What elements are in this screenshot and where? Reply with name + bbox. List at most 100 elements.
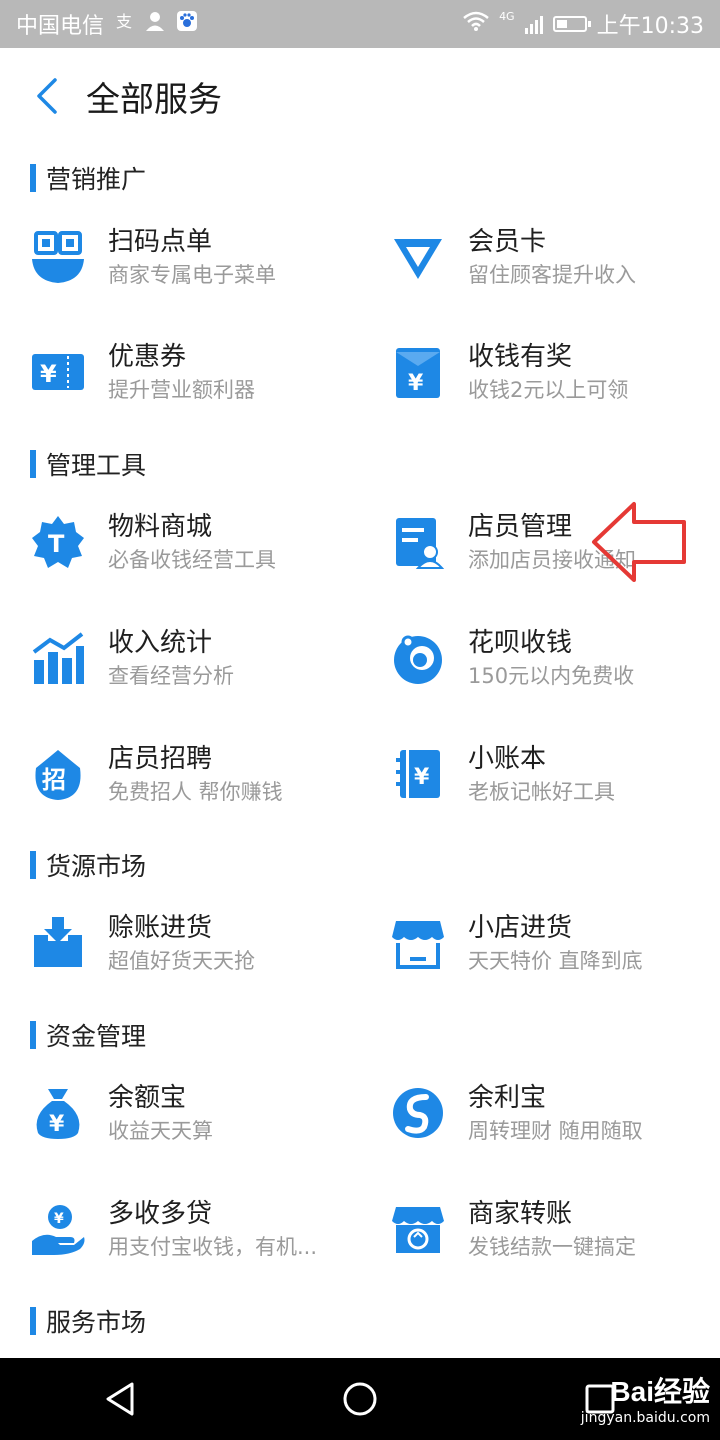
- hand-coin-icon: ¥: [30, 1201, 86, 1257]
- service-item-staff-recruit[interactable]: 招 店员招聘 免费招人 帮你赚钱: [30, 724, 370, 824]
- service-item-member-card[interactable]: 会员卡 留住顾客提升收入: [390, 207, 720, 307]
- service-item-huabei[interactable]: 花呗收钱 150元以内免费收: [390, 608, 720, 708]
- svg-text:T: T: [48, 530, 65, 558]
- item-text: 赊账进货 超值好货天天抢: [108, 910, 255, 976]
- item-title: 多收多贷: [108, 1199, 213, 1229]
- item-text: 余利宝 周转理财 随用随取: [468, 1080, 643, 1146]
- huabei-icon: [390, 630, 446, 686]
- alipay-notification-icon: 支: [114, 11, 134, 37]
- annotation-arrow-icon: [592, 502, 686, 582]
- inbox-download-icon: [30, 915, 86, 971]
- item-text: 会员卡 留住顾客提升收入: [468, 224, 636, 290]
- item-title: 商家转账: [468, 1199, 573, 1229]
- circle-home-icon: [343, 1382, 377, 1416]
- coupon-icon: ¥: [30, 344, 86, 400]
- section-accent-bar: [30, 164, 36, 192]
- ledger-icon: ¥: [390, 746, 446, 802]
- section-accent-bar: [30, 450, 36, 478]
- shop-icon: [390, 915, 446, 971]
- svg-text:支: 支: [116, 12, 132, 31]
- badge-t-icon: T: [30, 514, 86, 570]
- svg-text:¥: ¥: [49, 1112, 65, 1137]
- baidu-notification-icon: [176, 10, 198, 38]
- item-subtitle: 必备收钱经营工具: [108, 548, 276, 572]
- item-text: 小店进货 天天特价 直降到底: [468, 910, 643, 976]
- bar-chart-icon: [30, 630, 86, 686]
- item-text: 小账本 老板记帐好工具: [468, 741, 615, 807]
- baidu-jingyan-watermark: Bai经验 jingyan.baidu.com: [581, 1370, 710, 1426]
- red-envelope-icon: ¥: [390, 344, 446, 400]
- item-text: 花呗收钱 150元以内免费收: [468, 625, 634, 691]
- item-text: 物料商城 必备收钱经营工具: [108, 509, 276, 575]
- yulibao-icon: [390, 1085, 446, 1141]
- wifi-icon: [463, 11, 489, 37]
- item-title: 店员招聘: [108, 744, 213, 774]
- back-button[interactable]: [12, 48, 82, 144]
- carrier-label: 中国电信: [16, 14, 105, 39]
- svg-text:¥: ¥: [40, 360, 57, 388]
- item-subtitle: 150元以内免费收: [468, 664, 635, 688]
- section-accent-bar: [30, 1307, 36, 1335]
- nav-back-button[interactable]: [80, 1358, 160, 1440]
- screen: 中国电信 支 4G 上午10:33 全部服务 营销推广 扫码点单 商家专属电子菜…: [0, 0, 720, 1440]
- staff-doc-icon: [390, 514, 446, 570]
- item-text: 店员招聘 免费招人 帮你赚钱: [108, 741, 283, 807]
- person-notification-icon: [144, 10, 166, 38]
- item-title: 收入统计: [108, 628, 213, 658]
- item-subtitle: 收益天天算: [108, 1119, 213, 1143]
- watermark-url: jingyan.baidu.com: [580, 1410, 710, 1426]
- section-title: 营销推广: [46, 165, 147, 194]
- item-text: 余额宝 收益天天算: [108, 1080, 213, 1146]
- service-item-coupon[interactable]: ¥ 优惠券 提升营业额利器: [30, 322, 370, 422]
- battery-icon: [552, 16, 591, 32]
- nav-home-button[interactable]: [320, 1358, 400, 1440]
- svg-text:¥: ¥: [408, 371, 424, 396]
- service-item-cash-reward[interactable]: ¥ 收钱有奖 收钱2元以上可领: [390, 322, 720, 422]
- item-title: 小账本: [468, 744, 547, 774]
- service-item-ledger[interactable]: ¥ 小账本 老板记帐好工具: [390, 724, 720, 824]
- item-title: 收钱有奖: [468, 342, 573, 372]
- item-subtitle: 发钱结款一键搞定: [468, 1235, 636, 1259]
- section-title: 资金管理: [46, 1022, 147, 1051]
- item-title: 小店进货: [468, 913, 573, 943]
- item-subtitle: 用支付宝收钱，有机...: [108, 1235, 318, 1259]
- signal-icon: [524, 14, 543, 34]
- service-item-yulibao[interactable]: 余利宝 周转理财 随用随取: [390, 1063, 720, 1163]
- service-item-shop-purchase[interactable]: 小店进货 天天特价 直降到底: [390, 893, 720, 993]
- diamond-icon: [390, 229, 446, 285]
- item-subtitle: 商家专属电子菜单: [108, 263, 276, 287]
- item-subtitle: 查看经营分析: [108, 664, 234, 688]
- service-item-merchant-transfer[interactable]: 商家转账 发钱结款一键搞定: [390, 1179, 720, 1279]
- chevron-left-icon: [37, 78, 57, 114]
- watermark-brand: Bai经验: [610, 1376, 710, 1407]
- item-subtitle: 免费招人 帮你赚钱: [108, 780, 283, 804]
- service-item-yuebao[interactable]: ¥ 余额宝 收益天天算: [30, 1063, 370, 1163]
- item-text: 扫码点单 商家专属电子菜单: [108, 224, 276, 290]
- item-title: 优惠券: [108, 342, 187, 372]
- section-header-supply: 货源市场: [30, 845, 146, 885]
- network-type-label: 4G: [499, 10, 515, 23]
- status-left: 中国电信 支: [16, 8, 198, 40]
- item-subtitle: 超值好货天天抢: [108, 949, 255, 973]
- clock-label: 上午10:33: [596, 14, 704, 39]
- service-item-credit-purchase[interactable]: 赊账进货 超值好货天天抢: [30, 893, 370, 993]
- svg-text:¥: ¥: [54, 1211, 64, 1227]
- money-bag-icon: ¥: [30, 1085, 86, 1141]
- item-title: 物料商城: [108, 512, 213, 542]
- service-item-income-stats[interactable]: 收入统计 查看经营分析: [30, 608, 370, 708]
- section-header-service-market: 服务市场: [30, 1301, 146, 1341]
- section-header-funds: 资金管理: [30, 1015, 146, 1055]
- service-item-scan-order[interactable]: 扫码点单 商家专属电子菜单: [30, 207, 370, 307]
- section-accent-bar: [30, 851, 36, 879]
- item-text: 商家转账 发钱结款一键搞定: [468, 1196, 636, 1262]
- item-text: 收入统计 查看经营分析: [108, 625, 234, 691]
- item-title: 会员卡: [468, 227, 547, 257]
- svg-text:¥: ¥: [414, 765, 430, 790]
- service-item-material-mall[interactable]: T 物料商城 必备收钱经营工具: [30, 492, 370, 592]
- item-subtitle: 老板记帐好工具: [468, 780, 615, 804]
- item-title: 扫码点单: [108, 227, 213, 257]
- item-title: 余额宝: [108, 1083, 187, 1113]
- service-item-more-collect-more-loan[interactable]: ¥ 多收多贷 用支付宝收钱，有机...: [30, 1179, 370, 1279]
- section-accent-bar: [30, 1021, 36, 1049]
- qr-bowl-icon: [30, 229, 86, 285]
